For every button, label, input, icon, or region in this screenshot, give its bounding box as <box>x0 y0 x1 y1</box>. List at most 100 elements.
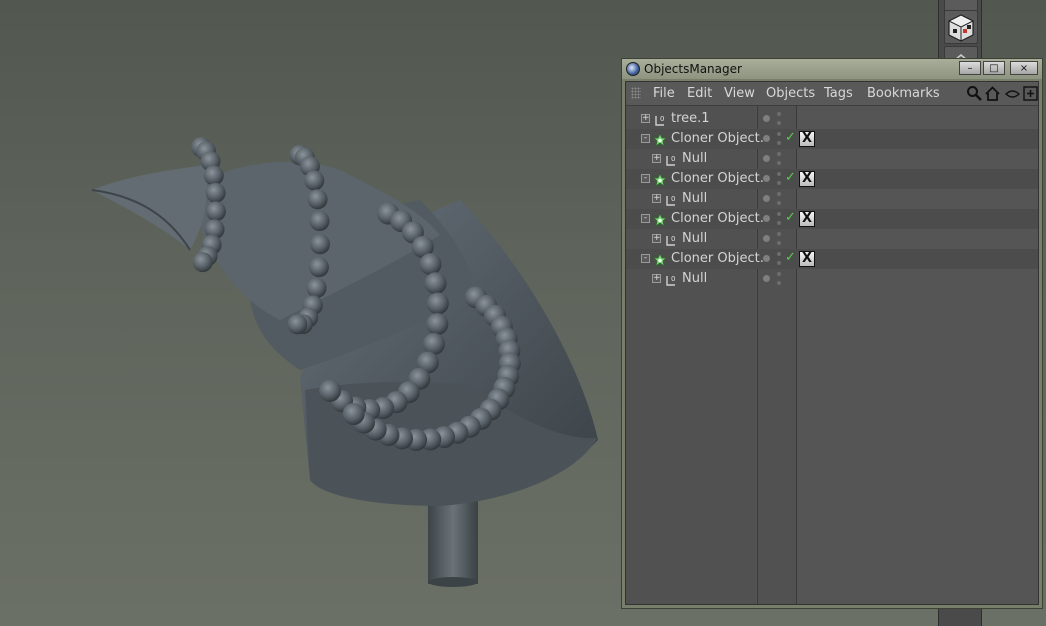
editor-visibility-dot[interactable] <box>763 275 770 282</box>
object-name-label[interactable]: Null <box>682 191 707 206</box>
bead <box>307 189 328 210</box>
menu-objects[interactable]: Objects <box>766 86 815 101</box>
null-object-icon: 0 <box>664 152 678 166</box>
bead <box>205 182 226 203</box>
editor-visibility-dot[interactable] <box>763 215 770 222</box>
render-visibility-dot[interactable] <box>777 252 781 256</box>
editor-visibility-dot[interactable] <box>763 235 770 242</box>
enabled-check-icon[interactable]: ✓ <box>785 250 796 265</box>
minimize-button[interactable]: – <box>959 61 981 75</box>
null-object-icon: 0 <box>664 232 678 246</box>
object-row[interactable]: +0 tree.1 <box>626 109 1038 129</box>
editor-visibility-dot[interactable] <box>763 115 770 122</box>
home-icon[interactable] <box>984 85 1001 102</box>
object-row[interactable]: - Cloner Object. ✓ X <box>626 209 1038 229</box>
enabled-check-icon[interactable]: ✓ <box>785 130 796 145</box>
object-name-label[interactable]: Cloner Object. <box>671 171 764 186</box>
expand-icon[interactable]: + <box>652 234 661 243</box>
object-row[interactable]: - Cloner Object. ✓ X <box>626 129 1038 149</box>
new-manager-icon[interactable] <box>1022 85 1039 102</box>
enabled-check-icon[interactable]: ✓ <box>785 210 796 225</box>
objects-manager-window[interactable]: ObjectsManager – □ × File Edit View Obje… <box>621 58 1043 609</box>
object-row[interactable]: +0 Null <box>626 229 1038 249</box>
tag-icon[interactable]: X <box>799 131 815 147</box>
svg-text:0: 0 <box>671 235 675 243</box>
render-visibility-dot[interactable] <box>777 212 781 216</box>
menu-edit[interactable]: Edit <box>687 86 712 101</box>
object-row[interactable]: - Cloner Object. ✓ X <box>626 249 1038 269</box>
menu-tags[interactable]: Tags <box>824 86 853 101</box>
bead <box>426 313 449 336</box>
render-visibility-dot[interactable] <box>777 241 781 245</box>
object-name-label[interactable]: Cloner Object. <box>671 131 764 146</box>
object-name-label[interactable]: Null <box>682 231 707 246</box>
render-visibility-dot[interactable] <box>777 261 781 265</box>
expand-icon[interactable]: + <box>652 274 661 283</box>
view-toggle-icon[interactable] <box>1004 85 1021 102</box>
render-visibility-dot[interactable] <box>777 201 781 205</box>
render-visibility-dot[interactable] <box>777 181 781 185</box>
bead <box>318 379 341 402</box>
menu-bar: File Edit View Objects Tags Bookmarks <box>626 82 1038 106</box>
app-icon <box>626 62 640 76</box>
object-name-label[interactable]: Cloner Object. <box>671 251 764 266</box>
render-visibility-dot[interactable] <box>777 121 781 125</box>
object-row[interactable]: +0 Null <box>626 269 1038 289</box>
tag-icon[interactable]: X <box>799 211 815 227</box>
object-name-label[interactable]: Null <box>682 151 707 166</box>
menu-file[interactable]: File <box>653 86 675 101</box>
bead <box>342 403 365 426</box>
editor-visibility-dot[interactable] <box>763 195 770 202</box>
object-name-label[interactable]: tree.1 <box>671 111 710 126</box>
collapse-icon[interactable]: - <box>641 214 650 223</box>
object-list[interactable]: +0 tree.1- Cloner Object. ✓ X +0 Null - Cloner O… <box>626 106 1038 604</box>
editor-visibility-dot[interactable] <box>763 135 770 142</box>
menu-bookmarks[interactable]: Bookmarks <box>867 86 940 101</box>
model-stem-bottom <box>428 577 478 587</box>
bead <box>304 170 325 191</box>
search-icon[interactable] <box>966 85 983 102</box>
render-visibility-dot[interactable] <box>777 272 781 276</box>
render-visibility-dot[interactable] <box>777 161 781 165</box>
collapse-icon[interactable]: - <box>641 134 650 143</box>
render-visibility-dot[interactable] <box>777 152 781 156</box>
cloner-object-icon <box>653 172 667 187</box>
close-button[interactable]: × <box>1010 61 1038 75</box>
model-beak <box>92 165 207 250</box>
collapse-icon[interactable]: - <box>641 174 650 183</box>
objects-manager-panel: File Edit View Objects Tags Bookmarks + <box>625 81 1039 605</box>
expand-icon[interactable]: + <box>652 194 661 203</box>
enabled-check-icon[interactable]: ✓ <box>785 170 796 185</box>
render-visibility-dot[interactable] <box>777 112 781 116</box>
render-visibility-dot[interactable] <box>777 172 781 176</box>
render-visibility-dot[interactable] <box>777 232 781 236</box>
tag-icon[interactable]: X <box>799 251 815 267</box>
window-titlebar[interactable]: ObjectsManager – □ × <box>622 59 1042 79</box>
render-visibility-dot[interactable] <box>777 132 781 136</box>
render-visibility-dot[interactable] <box>777 281 781 285</box>
menu-view[interactable]: View <box>724 86 755 101</box>
cloner-object-icon <box>653 252 667 267</box>
grip-icon[interactable] <box>631 87 641 99</box>
svg-text:0: 0 <box>660 115 664 123</box>
bead <box>205 201 226 222</box>
expand-icon[interactable]: + <box>652 154 661 163</box>
tag-icon[interactable]: X <box>799 171 815 187</box>
render-visibility-dot[interactable] <box>777 192 781 196</box>
window-title: ObjectsManager <box>644 62 742 76</box>
render-visibility-dot[interactable] <box>777 221 781 225</box>
object-name-label[interactable]: Cloner Object. <box>671 211 764 226</box>
render-visibility-dot[interactable] <box>777 141 781 145</box>
texture-cube-icon[interactable] <box>944 10 978 44</box>
object-row[interactable]: +0 Null <box>626 189 1038 209</box>
bead <box>306 277 327 298</box>
editor-visibility-dot[interactable] <box>763 175 770 182</box>
object-name-label[interactable]: Null <box>682 271 707 286</box>
collapse-icon[interactable]: - <box>641 254 650 263</box>
maximize-button[interactable]: □ <box>983 61 1005 75</box>
editor-visibility-dot[interactable] <box>763 155 770 162</box>
expand-icon[interactable]: + <box>641 114 650 123</box>
object-row[interactable]: - Cloner Object. ✓ X <box>626 169 1038 189</box>
object-row[interactable]: +0 Null <box>626 149 1038 169</box>
editor-visibility-dot[interactable] <box>763 255 770 262</box>
